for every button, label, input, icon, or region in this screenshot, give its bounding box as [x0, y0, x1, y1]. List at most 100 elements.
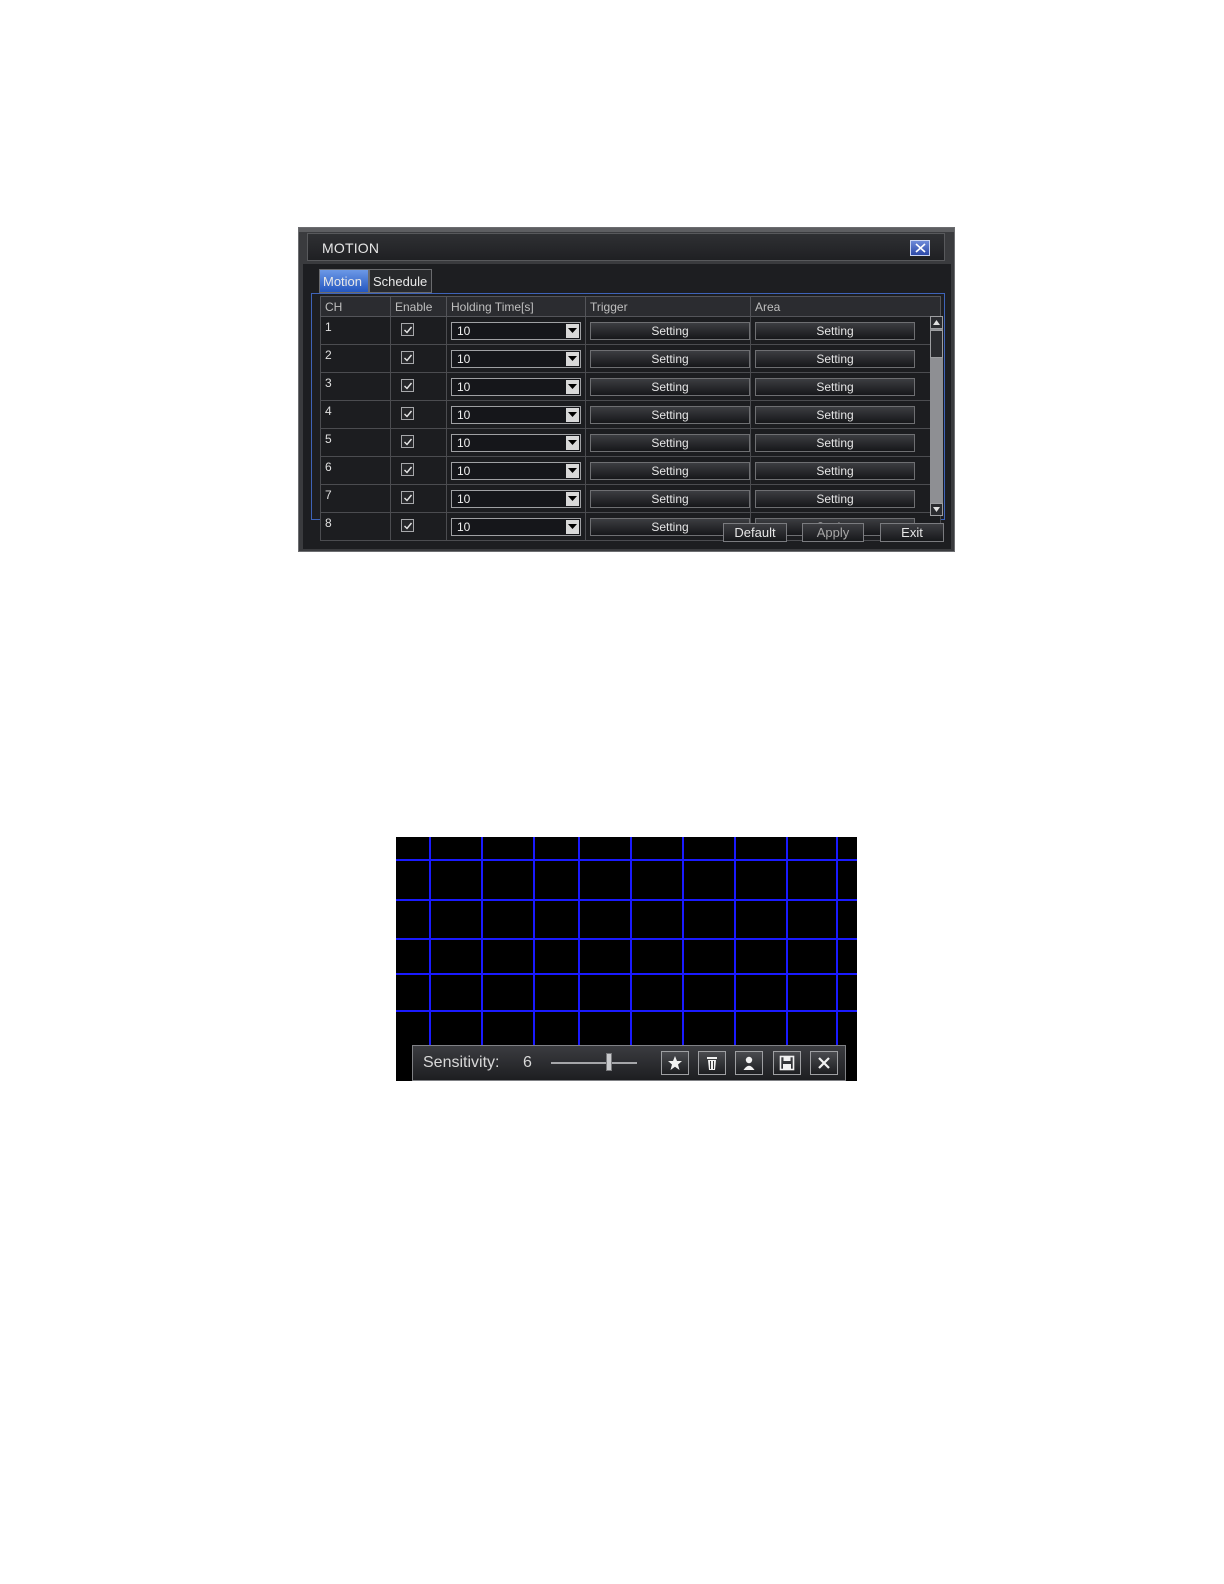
channel-number: 6: [320, 456, 391, 485]
enable-checkbox[interactable]: [401, 322, 414, 336]
checkmark-icon: [404, 466, 413, 474]
motion-window: MOTION Motion Schedule CH Enable Holding…: [298, 227, 955, 552]
close-icon: [818, 1057, 830, 1069]
enable-cell: [390, 344, 447, 373]
area-cell: Setting: [750, 400, 941, 429]
holding-time-value: 10: [457, 491, 471, 506]
enable-checkbox[interactable]: [401, 518, 414, 532]
trigger-setting-button[interactable]: Setting: [590, 489, 750, 508]
channel-number: 8: [320, 512, 391, 541]
channel-number: 5: [320, 428, 391, 457]
holding-time-select[interactable]: 10: [451, 377, 581, 396]
table-row: 4 10 Setting Setting: [320, 400, 941, 429]
area-cell: Setting: [750, 484, 941, 513]
area-cell: Setting: [750, 428, 941, 457]
enable-checkbox[interactable]: [401, 490, 414, 504]
dropdown-arrow-icon: [566, 491, 579, 506]
area-setting-button[interactable]: Setting: [755, 405, 915, 424]
holding-time-select[interactable]: 10: [451, 489, 581, 508]
holding-time-cell: 10: [446, 400, 586, 429]
enable-checkbox[interactable]: [401, 350, 414, 364]
holding-time-select[interactable]: 10: [451, 405, 581, 424]
tab-motion[interactable]: Motion: [319, 269, 369, 293]
trigger-setting-button[interactable]: Setting: [590, 321, 750, 340]
channel-number: 2: [320, 344, 391, 373]
holding-time-value: 10: [457, 351, 471, 366]
exit-button[interactable]: Exit: [880, 523, 944, 542]
trigger-setting-button[interactable]: Setting: [590, 377, 750, 396]
holding-time-cell: 10: [446, 316, 586, 345]
person-icon: [743, 1056, 755, 1070]
trigger-setting-button[interactable]: Setting: [590, 461, 750, 480]
holding-time-select[interactable]: 10: [451, 517, 581, 536]
star-icon: [668, 1056, 682, 1070]
enable-cell: [390, 400, 447, 429]
motion-table: CH Enable Holding Time[s] Trigger Area 1…: [320, 296, 941, 541]
holding-time-value: 10: [457, 379, 471, 394]
scroll-down-button[interactable]: [930, 503, 943, 516]
checkmark-icon: [404, 494, 413, 502]
area-toolbar: Sensitivity: 6: [412, 1045, 846, 1081]
table-row: 5 10 Setting Setting: [320, 428, 941, 457]
default-button[interactable]: Default: [723, 523, 787, 542]
title-bar: MOTION: [307, 233, 945, 261]
enable-checkbox[interactable]: [401, 462, 414, 476]
arrow-up-icon: [933, 320, 940, 325]
select-all-button[interactable]: [661, 1051, 689, 1075]
enable-cell: [390, 512, 447, 541]
enable-cell: [390, 484, 447, 513]
enable-checkbox[interactable]: [401, 406, 414, 420]
enable-checkbox[interactable]: [401, 434, 414, 448]
area-setting-button[interactable]: Setting: [755, 433, 915, 452]
close-button[interactable]: [910, 240, 930, 256]
checkmark-icon: [404, 410, 413, 418]
trigger-setting-button[interactable]: Setting: [590, 349, 750, 368]
header-ch: CH: [320, 296, 391, 317]
channel-number: 3: [320, 372, 391, 401]
window-title: MOTION: [322, 240, 380, 256]
holding-time-select[interactable]: 10: [451, 433, 581, 452]
channel-number: 7: [320, 484, 391, 513]
sensitivity-slider-track[interactable]: [551, 1062, 637, 1064]
table-scrollbar[interactable]: [930, 316, 943, 516]
table-body: 1 10 Setting Setting 2 10 Setting Settin…: [320, 316, 941, 541]
holding-time-cell: 10: [446, 344, 586, 373]
table-row: 6 10 Setting Setting: [320, 456, 941, 485]
area-setting-button[interactable]: Setting: [755, 321, 915, 340]
enable-checkbox[interactable]: [401, 378, 414, 392]
dropdown-arrow-icon: [566, 519, 579, 534]
scroll-up-button[interactable]: [930, 316, 943, 329]
tab-schedule[interactable]: Schedule: [369, 269, 432, 293]
save-area-button[interactable]: [773, 1051, 801, 1075]
area-setting-button[interactable]: Setting: [755, 377, 915, 396]
area-setting-button[interactable]: Setting: [755, 349, 915, 368]
holding-time-cell: 10: [446, 512, 586, 541]
save-icon: [779, 1055, 795, 1071]
trash-icon: [707, 1057, 717, 1070]
holding-time-cell: 10: [446, 372, 586, 401]
holding-time-select[interactable]: 10: [451, 321, 581, 340]
trigger-setting-button[interactable]: Setting: [590, 433, 750, 452]
area-cell: Setting: [750, 372, 941, 401]
trigger-setting-button[interactable]: Setting: [590, 405, 750, 424]
scroll-thumb[interactable]: [930, 330, 943, 358]
checkmark-icon: [404, 438, 413, 446]
apply-button[interactable]: Apply: [802, 523, 864, 542]
table-row: 3 10 Setting Setting: [320, 372, 941, 401]
trigger-cell: Setting: [585, 372, 751, 401]
area-setting-button[interactable]: Setting: [755, 461, 915, 480]
table-row: 2 10 Setting Setting: [320, 344, 941, 373]
sensitivity-slider-thumb[interactable]: [606, 1053, 612, 1071]
holding-time-value: 10: [457, 435, 471, 450]
header-area: Area: [750, 296, 941, 317]
clear-area-button[interactable]: [698, 1051, 726, 1075]
holding-time-select[interactable]: 10: [451, 461, 581, 480]
area-setting-button[interactable]: Setting: [755, 489, 915, 508]
detect-person-button[interactable]: [735, 1051, 763, 1075]
holding-time-select[interactable]: 10: [451, 349, 581, 368]
motion-area-editor[interactable]: Sensitivity: 6: [396, 837, 857, 1081]
holding-time-value: 10: [457, 519, 471, 534]
dropdown-arrow-icon: [566, 407, 579, 422]
sensitivity-label: Sensitivity:: [423, 1054, 500, 1071]
close-area-button[interactable]: [810, 1051, 838, 1075]
